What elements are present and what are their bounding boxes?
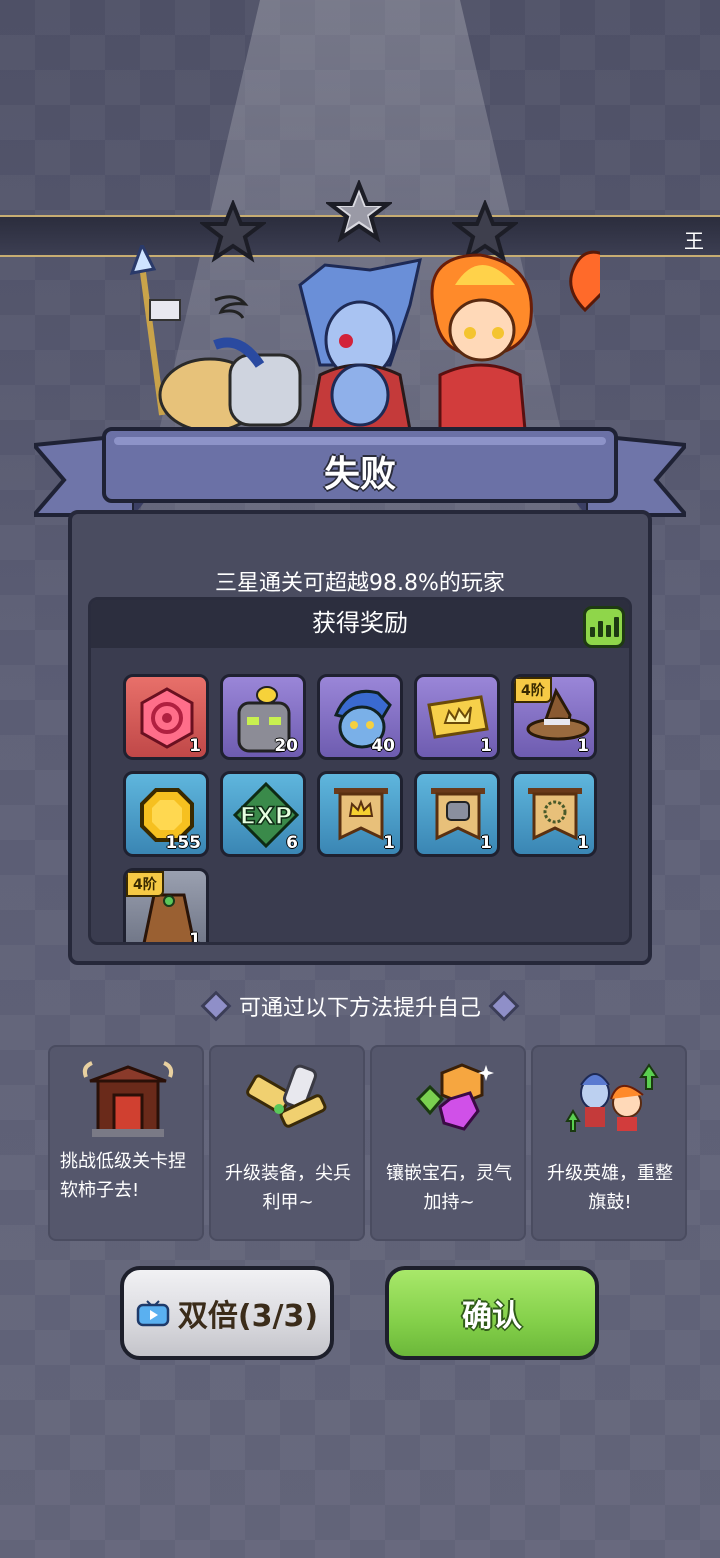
reward-qty: 6 — [286, 833, 298, 853]
reward-qty: 20 — [274, 736, 298, 756]
reward-item-necklace-banner[interactable]: 1 — [511, 771, 597, 857]
method-upgrade-equipment[interactable]: 升级装备，尖兵利甲~ — [209, 1045, 365, 1241]
gate-icon — [82, 1061, 174, 1137]
tier-badge: 4阶 — [514, 677, 552, 703]
reward-qty: 1 — [577, 833, 589, 853]
reward-qty: 1 — [383, 833, 395, 853]
reward-qty: 1 — [189, 930, 201, 945]
method-challenge-lower-stage[interactable]: 挑战低级关卡捏软柿子去! — [48, 1045, 204, 1241]
improvement-methods: 挑战低级关卡捏软柿子去! 升级装备，尖兵利甲~ 镶嵌宝石，灵气加持~ 升级英雄，… — [48, 1045, 688, 1241]
reward-item-wizard-hat[interactable]: 4阶 1 — [511, 674, 597, 760]
reward-qty: 40 — [371, 736, 395, 756]
confirm-button[interactable]: 确认 — [385, 1266, 599, 1360]
reward-item-armor-banner[interactable]: 1 — [414, 771, 500, 857]
diamond-left-icon — [200, 990, 232, 1022]
reward-qty: 1 — [480, 736, 492, 756]
reward-item-red-gem[interactable]: 1 — [123, 674, 209, 760]
method-inlay-gems[interactable]: 镶嵌宝石，灵气加持~ — [370, 1045, 526, 1241]
confirm-label: 确认 — [462, 1299, 522, 1334]
reward-item-crown-banner[interactable]: 1 — [317, 771, 403, 857]
reward-item-cloak[interactable]: 4阶 1 — [123, 868, 209, 945]
method-upgrade-heroes[interactable]: 升级英雄，重整旗鼓! — [531, 1045, 687, 1241]
method-text: 镶嵌宝石，灵气加持~ — [386, 1163, 512, 1213]
double-reward-button[interactable]: 双倍(3/3) — [120, 1266, 334, 1360]
method-text: 升级英雄，重整旗鼓! — [547, 1163, 673, 1213]
video-ad-icon — [136, 1300, 170, 1327]
rewards-header: 获得奖励 — [91, 600, 629, 648]
heroes-upgrade-icon — [565, 1063, 659, 1132]
method-text: 升级装备，尖兵利甲~ — [225, 1163, 351, 1213]
reward-qty: 1 — [189, 736, 201, 756]
defeated-heroes-illustration — [129, 245, 600, 433]
result-title: 失败 — [323, 454, 396, 495]
reward-qty: 1 — [577, 736, 589, 756]
reward-item-gold-coin[interactable]: 155 — [123, 771, 209, 857]
reward-item-exp[interactable]: EXP 6 — [220, 771, 306, 857]
reward-item-hooded-shard[interactable]: 40 — [317, 674, 403, 760]
tips-heading: 可通过以下方法提升自己 — [238, 996, 481, 1021]
equipment-icon — [246, 1064, 327, 1128]
svg-text:EXP: EXP — [240, 802, 293, 830]
star-middle-icon — [326, 180, 392, 243]
gems-icon — [415, 1063, 494, 1131]
stats-chart-button[interactable] — [583, 606, 625, 648]
tier-badge: 4阶 — [126, 871, 164, 897]
three-star-subtitle: 三星通关可超越98.8%的玩家 — [215, 571, 505, 596]
reward-item-golem-shard[interactable]: 20 — [220, 674, 306, 760]
reward-qty: 1 — [480, 833, 492, 853]
reward-item-golden-ticket[interactable]: 1 — [414, 674, 500, 760]
tips-heading-row: 可通过以下方法提升自己 — [0, 990, 720, 1022]
double-reward-label: 双倍(3/3) — [177, 1299, 319, 1334]
reward-qty: 155 — [165, 833, 202, 853]
method-text: 挑战低级关卡捏软柿子去! — [60, 1151, 186, 1201]
band-text: 王 — [684, 229, 704, 253]
diamond-right-icon — [488, 990, 520, 1022]
rewards-box: 获得奖励 1 20 40 1 4阶 1 155 EXP 6 1 1 1 4阶 1 — [88, 597, 632, 945]
